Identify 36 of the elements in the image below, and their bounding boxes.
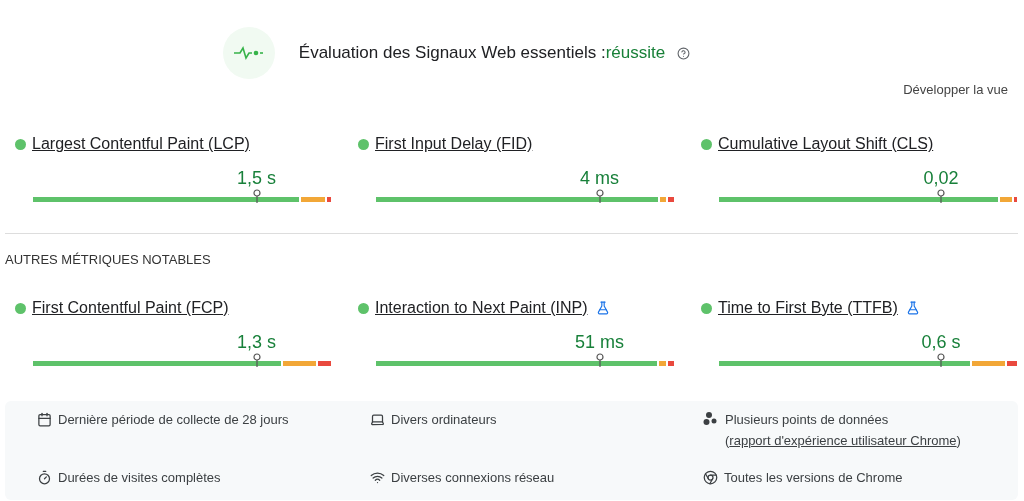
assessment-title: Évaluation des Signaux Web essentiels :réussite (298, 43, 666, 63)
marker-pin (252, 353, 261, 367)
metric-value: 0,02 (923, 168, 959, 189)
footer-text: Dernière période de collecte de 28 jours (58, 411, 289, 429)
pulse-icon (233, 46, 264, 60)
metric-link[interactable]: Interaction to Next Paint (INP) (375, 299, 588, 317)
metric-link[interactable]: Cumulative Layout Shift (CLS) (718, 135, 934, 153)
wifi-icon (370, 470, 385, 485)
marker-pin (252, 189, 261, 203)
footer-text: Durées de visites complètes (58, 469, 221, 487)
metric-value: 0,6 s (921, 332, 961, 353)
marker-pin (937, 353, 945, 367)
metric-link[interactable]: First Contentful Paint (FCP) (32, 299, 229, 317)
timer-icon (37, 470, 52, 485)
marker-pin (937, 189, 945, 203)
footer-text: Plusieurs points de données (rapport d'expérience utilisateur Chrome) (725, 411, 962, 450)
laptop-icon (370, 412, 385, 427)
help-icon[interactable] (677, 46, 691, 60)
footer-text: Toutes les versions de Chrome (724, 469, 903, 487)
footer-text: Diverses connexions réseau (391, 469, 555, 487)
marker-pin (595, 353, 604, 367)
report-link[interactable]: rapport d'expérience utilisateur Chrome (729, 433, 957, 448)
expand-view-link[interactable]: Développer la vue (903, 82, 1008, 97)
metric-value: 1,3 s (237, 332, 276, 353)
chrome-icon (703, 470, 718, 485)
metric-link[interactable]: Largest Contentful Paint (LCP) (32, 135, 250, 153)
marker-pin (595, 189, 604, 203)
calendar-icon (37, 412, 52, 427)
footer-text: Divers ordinateurs (391, 411, 497, 429)
metric-value: 51 ms (575, 332, 624, 353)
metric-value: 4 ms (580, 168, 619, 189)
metric-link[interactable]: Time to First Byte (TTFB) (718, 299, 898, 317)
metric-value: 1,5 s (237, 168, 276, 189)
section-heading: AUTRES MÉTRIQUES NOTABLES (5, 252, 212, 267)
metric-link[interactable]: First Input Delay (FID) (375, 135, 533, 153)
dots-icon (703, 411, 719, 427)
